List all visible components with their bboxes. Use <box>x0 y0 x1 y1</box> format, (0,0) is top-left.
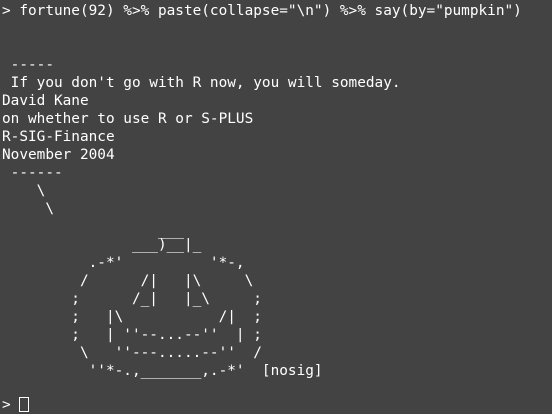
output-line: ----- <box>2 57 54 73</box>
output-line: ; /_| |_\ ; <box>2 291 262 307</box>
text-cursor[interactable] <box>19 397 29 412</box>
output-line: .-*' '*-, <box>2 255 245 271</box>
input-prompt: > <box>2 397 20 413</box>
output-line: on whether to use R or S-PLUS <box>2 111 254 127</box>
output-line: R-SIG-Finance <box>2 129 115 145</box>
output-line: ''*-.,_______,.-*' [nosig] <box>2 363 323 379</box>
output-line: ; |\ /| ; <box>2 309 262 325</box>
output-line: ------ <box>2 165 63 181</box>
output-line: ___)__|_ <box>2 237 202 253</box>
command-line: > fortune(92) %>% paste(collapse="\n") %… <box>2 3 522 19</box>
output-line: / /| |\ \ <box>2 273 254 289</box>
output-line: November 2004 <box>2 147 115 163</box>
output-line: \ <box>2 183 46 199</box>
output-line: ; | ''--...--'' | ; <box>2 327 262 343</box>
r-console[interactable]: > fortune(92) %>% paste(collapse="\n") %… <box>0 0 552 414</box>
output-line: \ <box>2 201 54 217</box>
output-line: David Kane <box>2 93 89 109</box>
output-line: If you don't go with R now, you will som… <box>2 75 401 91</box>
output-line: \ ''---.....--'' / <box>2 345 262 361</box>
